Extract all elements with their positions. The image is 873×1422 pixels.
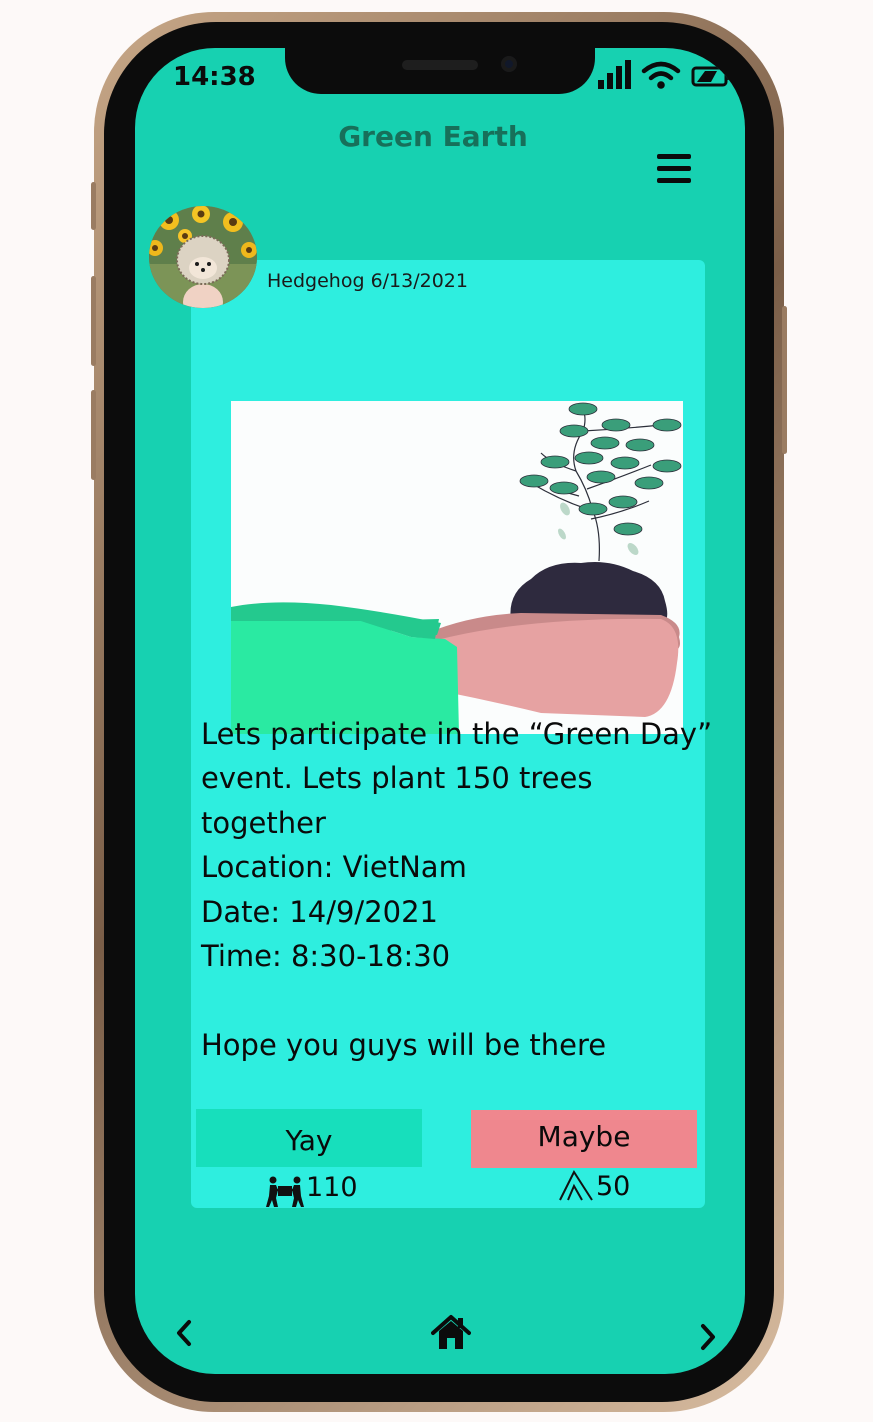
hamburger-menu-icon	[657, 154, 691, 159]
double-chevron-up-icon	[559, 1169, 593, 1201]
notch	[285, 48, 595, 94]
speaker-grille	[402, 60, 478, 70]
maybe-count: 50	[558, 1168, 678, 1204]
app-title: Green Earth	[338, 120, 528, 153]
status-time: 14:38	[173, 62, 256, 92]
post-line: Lets participate in the “Green Day”	[201, 717, 713, 751]
front-camera	[501, 56, 517, 72]
yay-count-value: 110	[306, 1172, 358, 1203]
post-line: Location: VietNam	[201, 850, 467, 885]
post-meta: Hedgehog 6/13/2021	[267, 270, 468, 292]
volume-up-button	[91, 276, 96, 366]
post-line: Time: 8:30-18:30	[201, 939, 451, 974]
hamburger-menu-icon-bar	[657, 166, 691, 171]
post-line: event. Lets plant 150 trees	[201, 761, 593, 796]
post-author[interactable]: Hedgehog	[267, 270, 365, 292]
yay-button[interactable]: Yay	[196, 1109, 422, 1167]
back-button[interactable]	[171, 1318, 199, 1348]
maybe-button[interactable]: Maybe	[471, 1110, 697, 1168]
home-button[interactable]	[431, 1314, 471, 1352]
menu-button[interactable]	[657, 152, 693, 186]
post-line: Hope you guys will be there	[201, 1027, 607, 1062]
avatar[interactable]	[149, 206, 257, 308]
power-button	[782, 306, 787, 454]
chevron-left-icon	[177, 1320, 191, 1346]
silent-switch	[91, 182, 96, 230]
post-line-blank	[201, 978, 731, 1022]
volume-down-button	[91, 390, 96, 480]
post-line: together	[201, 805, 326, 840]
post-date: 6/13/2021	[370, 270, 468, 292]
maybe-count-value: 50	[596, 1171, 631, 1202]
people-carrying-box-icon	[266, 1176, 304, 1207]
forward-button[interactable]	[693, 1322, 721, 1352]
post-body: Lets participate in the “Green Day” even…	[201, 712, 731, 1067]
home-icon	[431, 1315, 471, 1349]
hamburger-menu-icon-bar	[657, 178, 691, 183]
post-image	[231, 401, 683, 734]
phone-screen: 14:38 Green Earth Hedgehog 6/13/2021 Let…	[135, 48, 745, 1374]
battery-icon	[691, 66, 731, 87]
post-line: Date: 14/9/2021	[201, 894, 438, 929]
wifi-icon	[641, 61, 681, 89]
chevron-right-icon	[701, 1324, 715, 1350]
hedgehog-avatar-image	[149, 206, 257, 308]
yay-count: 110	[266, 1172, 406, 1208]
status-icons	[597, 60, 737, 90]
tree-planting-illustration	[231, 401, 683, 734]
signal-icon	[598, 60, 631, 89]
